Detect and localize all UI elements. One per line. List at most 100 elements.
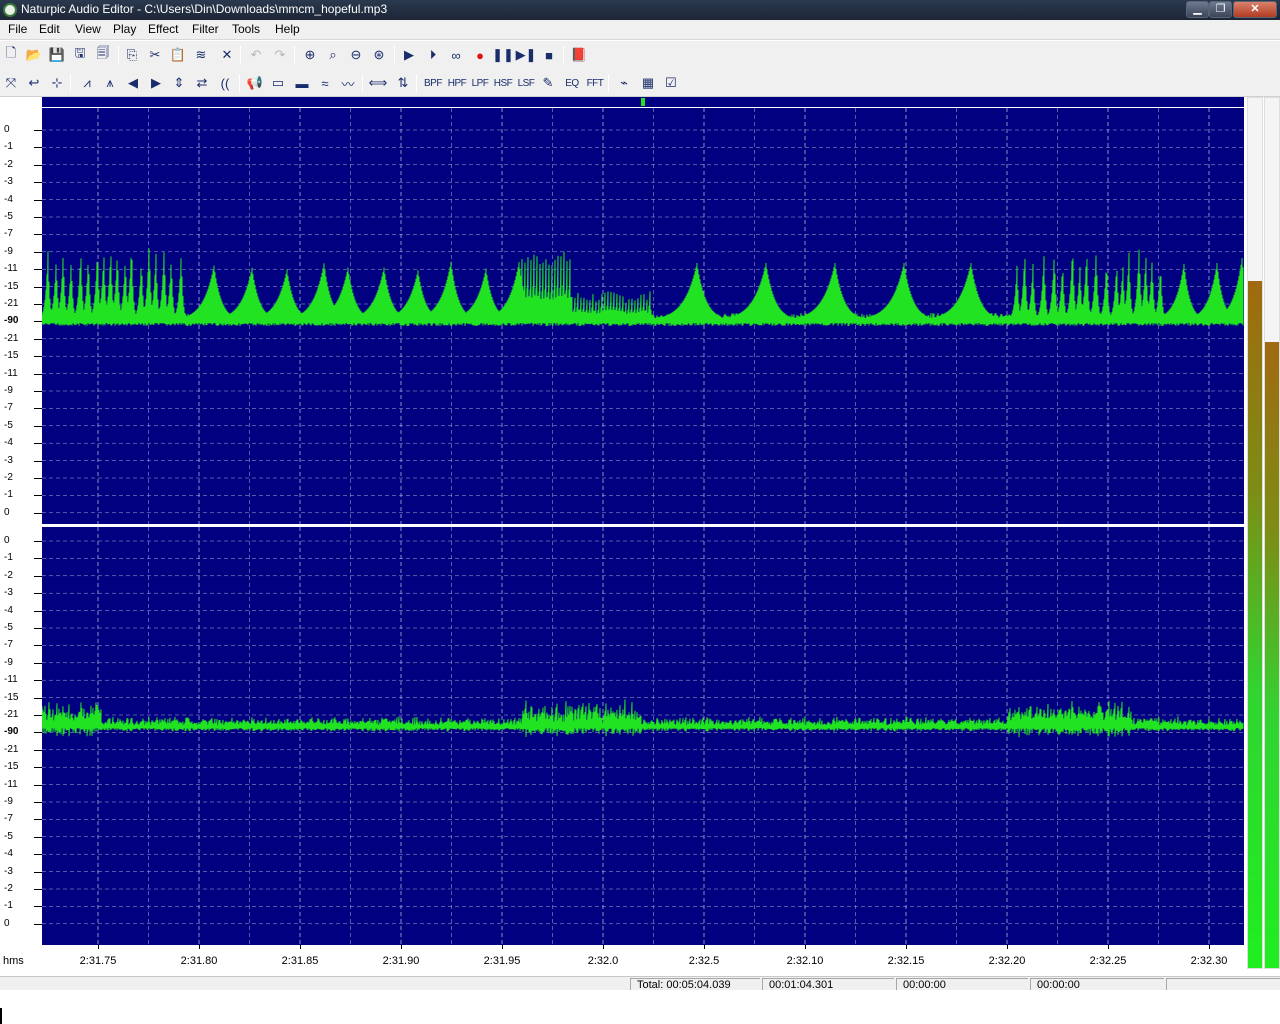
zoom-in-icon[interactable]: ⊕ [300, 45, 320, 65]
filter-hpf-button[interactable]: HPF [446, 73, 468, 93]
db-tick-mark [34, 802, 42, 803]
db-tick-mark [34, 593, 42, 595]
pencil-icon[interactable]: ✎ [538, 73, 558, 93]
filter-lsf-button[interactable]: LSF [515, 73, 537, 93]
window-gap [0, 990, 1280, 1024]
insert-silence-icon[interactable]: ▬ [292, 73, 312, 93]
step-forward-icon[interactable]: ▶❚ [516, 45, 537, 65]
invert-icon[interactable]: ⇕ [169, 73, 189, 93]
normalize-icon[interactable]: ⩚ [100, 73, 120, 93]
db-tick-label: -15 [4, 350, 19, 362]
time-tick-label: 2:32.30 [1190, 955, 1228, 967]
left-channel[interactable] [42, 108, 1244, 524]
db-tick-label: -1 [4, 141, 13, 153]
amplify-icon[interactable]: ⩘ [77, 73, 97, 93]
db-tick-mark [34, 338, 42, 340]
pitch-icon[interactable]: ⇅ [393, 73, 413, 93]
save-icon[interactable]: 💾 [47, 45, 67, 65]
overview-bar[interactable] [42, 97, 1244, 108]
save-as-icon[interactable]: 🖫 [70, 45, 90, 65]
delete-icon[interactable]: ✕ [217, 45, 237, 65]
menu-play[interactable]: Play [111, 22, 138, 36]
open-folder-icon[interactable]: 📂 [24, 45, 44, 65]
pause-icon[interactable]: ❚❚ [492, 45, 514, 65]
audio-editor-window: Naturpic Audio Editor - C:\Users\Din\Dow… [0, 0, 1280, 1024]
split-icon[interactable]: ⊹ [47, 73, 67, 93]
toolbar-separator [362, 74, 363, 92]
play-icon[interactable]: ▶ [399, 45, 419, 65]
equalizer-icon[interactable]: EQ [561, 73, 583, 93]
cut-icon[interactable]: ✂ [145, 45, 165, 65]
db-tick-mark [34, 425, 42, 427]
filter-hsf-button[interactable]: HSF [492, 73, 514, 93]
redo-icon[interactable]: ↷ [270, 45, 290, 65]
db-tick-mark [34, 164, 42, 166]
reverse-icon[interactable]: ⇄ [192, 73, 212, 93]
select-all-icon[interactable]: ⤧ [1, 73, 21, 93]
time-tick-mark [199, 945, 200, 949]
fade-out-icon[interactable]: ▶ [146, 73, 166, 93]
zoom-full-icon[interactable]: ⊛ [369, 45, 389, 65]
db-tick-label: -9 [4, 245, 13, 257]
db-tick-mark [34, 217, 42, 218]
paste-icon[interactable]: 📋 [168, 45, 188, 65]
minimize-button[interactable]: ▁ [1186, 1, 1209, 18]
maximize-button[interactable]: ❐ [1209, 1, 1232, 18]
time-tick-mark [603, 945, 604, 949]
toolbar-separator [563, 46, 564, 64]
zoom-selection-icon[interactable]: ⌕ [323, 45, 343, 65]
fft-icon[interactable]: FFT [584, 73, 606, 93]
menu-edit[interactable]: Edit [37, 22, 62, 36]
menu-file[interactable]: File [6, 22, 29, 36]
db-tick-label: -9 [4, 656, 13, 668]
menu-tools[interactable]: Tools [230, 22, 262, 36]
status-total-length: Total: 00:05:04.039 [630, 978, 760, 990]
toolbar-separator [416, 74, 417, 92]
zoom-out-icon[interactable]: ⊖ [346, 45, 366, 65]
menu-help[interactable]: Help [273, 22, 302, 36]
stop-icon[interactable]: ■ [539, 45, 559, 65]
filter-bpf-button[interactable]: BPF [422, 73, 444, 93]
waveform-area[interactable] [42, 97, 1244, 945]
db-tick-mark [34, 147, 42, 149]
menu-view[interactable]: View [73, 22, 103, 36]
overview-position-marker[interactable] [641, 98, 645, 106]
batch-edit-icon[interactable]: ☑ [661, 73, 681, 93]
time-tick-mark [401, 945, 402, 949]
properties-icon[interactable]: 🗐 [93, 45, 113, 65]
new-file-icon[interactable]: 🗋 [1, 45, 21, 65]
close-button[interactable]: ✕ [1233, 1, 1277, 18]
left-waveform [42, 248, 1244, 327]
left-level-meter [1247, 97, 1263, 969]
time-ruler[interactable]: hms 2:31.75 2:31.80 2:31.85 2:31.90 2:31.95 2… [0, 945, 1244, 975]
echo-icon[interactable]: (( [215, 73, 235, 93]
undo-icon[interactable]: ↶ [246, 45, 266, 65]
right-level-fill [1265, 341, 1279, 968]
mix-paste-icon[interactable]: ≋ [191, 45, 211, 65]
fade-in-icon[interactable]: ◀ [123, 73, 143, 93]
copy-icon[interactable]: ⎘ [122, 45, 142, 65]
effect-chain-icon[interactable]: ▦ [638, 73, 658, 93]
right-channel[interactable] [42, 527, 1244, 945]
time-tick-label: 2:32.15 [887, 955, 925, 967]
silence-icon[interactable]: ▭ [268, 73, 288, 93]
chorus-icon[interactable]: 〰 [338, 73, 358, 93]
db-tick-mark [34, 478, 42, 479]
envelope-edit-icon[interactable]: ⌁ [614, 73, 634, 93]
vibrato-icon[interactable]: ≈ [315, 73, 335, 93]
effects-toolbar: ⤧ ↩ ⊹ ⩘ ⩚ ◀ ▶ ⇕ ⇄(( 📢 ▭ ▬ ≈ 〰 ⟺ ⇅ BPF HPF LPF HSF LSF ✎ EQ FFT ⌁… [0, 69, 1280, 97]
play-selection-icon[interactable]: ⏵ [423, 45, 443, 65]
stretch-icon[interactable]: ⟺ [368, 73, 388, 93]
record-icon[interactable]: ● [470, 45, 490, 65]
menu-filter[interactable]: Filter [190, 22, 221, 36]
status-extra [1166, 978, 1280, 990]
filter-lpf-button[interactable]: LPF [469, 73, 491, 93]
db-tick-label: -3 [4, 865, 13, 877]
status-cursor-position: 00:01:04.301 [762, 978, 894, 990]
noise-icon[interactable]: 📢 [245, 73, 265, 93]
loop-icon[interactable]: ∞ [446, 45, 466, 65]
db-tick-label: -21 [4, 709, 19, 720]
help-book-icon[interactable]: 📕 [569, 45, 589, 65]
menu-effect[interactable]: Effect [146, 22, 180, 36]
back-icon[interactable]: ↩ [24, 73, 44, 93]
